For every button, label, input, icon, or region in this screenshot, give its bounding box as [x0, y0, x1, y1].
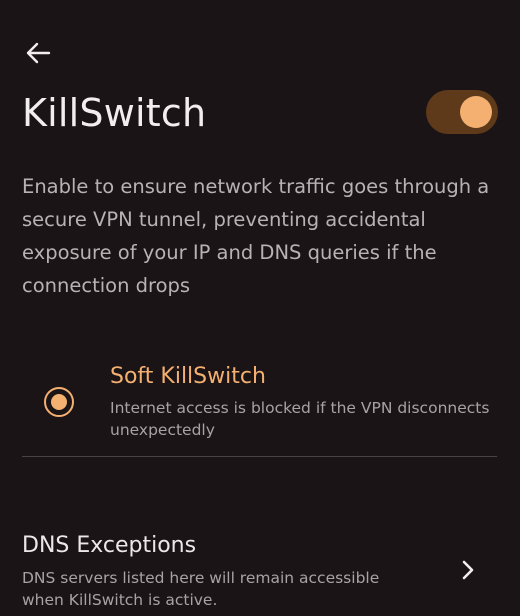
chevron-right-icon[interactable] [458, 558, 478, 582]
soft-killswitch-label: Soft KillSwitch [110, 364, 266, 389]
divider [22, 456, 497, 457]
dns-exceptions-row[interactable]: DNS Exceptions DNS servers listed here w… [0, 520, 520, 616]
back-button[interactable] [22, 40, 54, 70]
toggle-knob [460, 96, 492, 128]
killswitch-toggle[interactable] [426, 90, 498, 134]
soft-killswitch-radio[interactable] [44, 387, 74, 417]
radio-selected-dot [51, 394, 67, 410]
page-title: KillSwitch [22, 91, 207, 135]
dns-exceptions-title: DNS Exceptions [22, 533, 197, 558]
soft-killswitch-option[interactable]: Soft KillSwitch Internet access is block… [22, 356, 497, 456]
arrow-left-icon [25, 41, 51, 69]
soft-killswitch-description: Internet access is blocked if the VPN di… [110, 399, 490, 439]
dns-exceptions-description: DNS servers listed here will remain acce… [22, 569, 380, 609]
killswitch-description: Enable to ensure network traffic goes th… [22, 175, 490, 297]
killswitch-screen: KillSwitch Enable to ensure network traf… [0, 0, 520, 616]
